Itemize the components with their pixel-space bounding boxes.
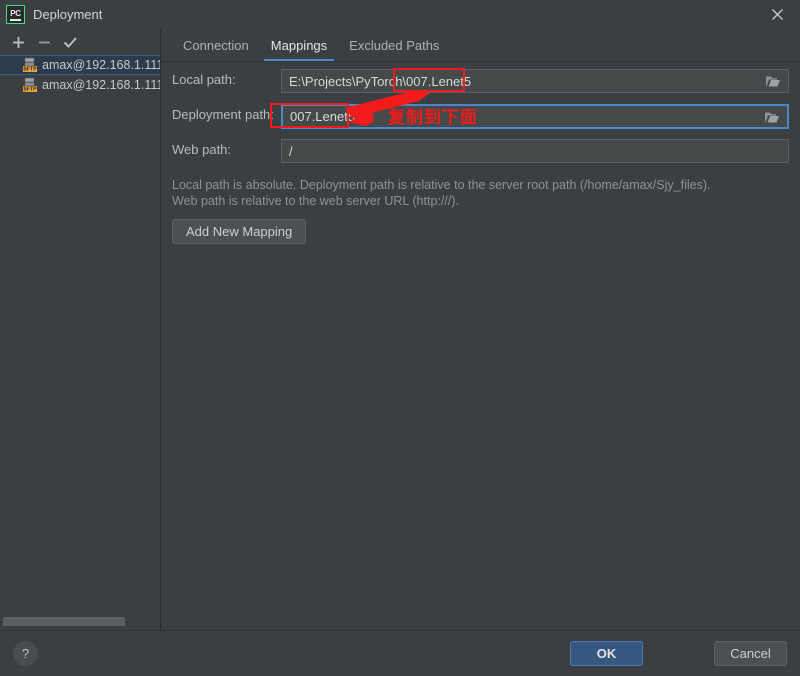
deployment-path-input[interactable]: 007.Lenet5	[281, 104, 789, 129]
web-path-label: Web path:	[172, 142, 232, 157]
sidebar-toolbar	[0, 29, 160, 55]
folder-browse-icon[interactable]	[764, 110, 780, 124]
local-path-input[interactable]: E:\Projects\PyTorch\007.Lenet5	[281, 69, 789, 93]
pycharm-logo-text: PC	[10, 9, 21, 21]
tab-excluded-paths[interactable]: Excluded Paths	[338, 29, 450, 61]
tab-mappings[interactable]: Mappings	[260, 29, 338, 61]
help-line-2: Web path is relative to the web server U…	[172, 194, 459, 208]
deployment-path-label: Deployment path:	[172, 107, 274, 122]
cancel-button[interactable]: Cancel	[714, 641, 787, 666]
plus-icon[interactable]	[5, 30, 31, 54]
list-item-label: amax@192.168.1.111	[42, 58, 160, 72]
horizontal-scrollbar[interactable]	[0, 616, 159, 627]
minus-icon[interactable]	[31, 30, 57, 54]
mappings-help-text: Local path is absolute. Deployment path …	[172, 177, 782, 209]
dialog-footer: ? OK Cancel	[0, 630, 800, 676]
web-path-value: /	[289, 143, 293, 159]
server-list[interactable]: SFTP amax@192.168.1.111 SFTP amax@192.16…	[0, 55, 160, 605]
local-path-row: Local path: E:\Projects\PyTorch\007.Lene…	[172, 69, 789, 93]
web-path-row: Web path: /	[172, 139, 789, 163]
pycharm-logo-icon: PC	[6, 5, 25, 24]
deployment-path-row: Deployment path: 007.Lenet5	[172, 104, 789, 129]
local-path-label: Local path:	[172, 72, 236, 87]
ok-button[interactable]: OK	[570, 641, 643, 666]
scrollbar-thumb[interactable]	[3, 617, 125, 626]
close-icon[interactable]	[754, 0, 800, 29]
list-item-label: amax@192.168.1.111	[42, 78, 160, 92]
mappings-panel: Connection Mappings Excluded Paths Local…	[161, 29, 800, 631]
title-bar: PC Deployment	[0, 0, 800, 30]
add-new-mapping-button[interactable]: Add New Mapping	[172, 219, 307, 244]
window-title: Deployment	[33, 7, 103, 22]
deployment-path-value: 007.Lenet5	[290, 109, 356, 124]
tab-connection[interactable]: Connection	[172, 29, 260, 61]
tab-bar: Connection Mappings Excluded Paths	[161, 29, 800, 62]
help-line-1: Local path is absolute. Deployment path …	[172, 178, 711, 192]
deployment-dialog: PC Deployment SFTP amax@192.168.1.111 SF…	[0, 0, 800, 676]
help-icon[interactable]: ?	[13, 641, 38, 666]
folder-browse-icon[interactable]	[765, 74, 781, 88]
check-icon[interactable]	[57, 30, 83, 54]
web-path-input[interactable]: /	[281, 139, 789, 163]
local-path-value: E:\Projects\PyTorch\007.Lenet5	[289, 73, 472, 89]
list-item[interactable]: SFTP amax@192.168.1.111	[0, 55, 160, 75]
svg-text:SFTP: SFTP	[23, 87, 37, 93]
list-item[interactable]: SFTP amax@192.168.1.111	[0, 75, 160, 95]
sftp-server-icon: SFTP	[22, 57, 38, 73]
svg-text:SFTP: SFTP	[23, 67, 37, 73]
server-sidebar: SFTP amax@192.168.1.111 SFTP amax@192.16…	[0, 29, 161, 631]
sftp-server-icon: SFTP	[22, 77, 38, 93]
